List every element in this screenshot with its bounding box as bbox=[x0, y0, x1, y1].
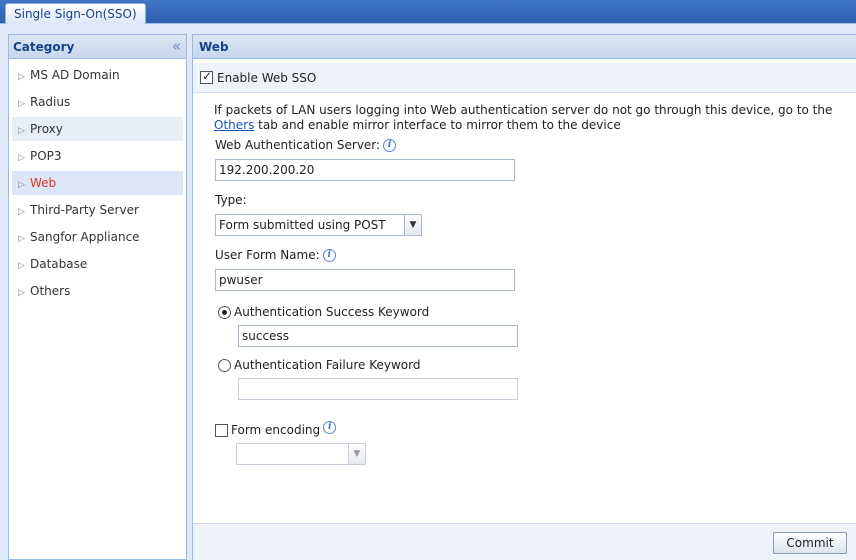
chevron-right-icon: ▷ bbox=[18, 126, 25, 136]
commit-button[interactable]: Commit bbox=[773, 532, 847, 554]
category-item-web[interactable]: ▷ Web bbox=[12, 171, 183, 195]
enable-web-sso-checkbox[interactable] bbox=[200, 69, 213, 84]
web-panel-header: Web bbox=[193, 35, 856, 59]
failure-keyword-radio[interactable] bbox=[218, 359, 231, 372]
category-item-third-party-server[interactable]: ▷ Third-Party Server bbox=[12, 198, 183, 222]
success-keyword-label[interactable]: Authentication Success Keyword bbox=[234, 305, 429, 319]
chevron-right-icon: ▷ bbox=[18, 234, 25, 244]
info-icon[interactable]: i bbox=[323, 421, 337, 434]
user-form-name-label: User Form Name: i bbox=[215, 248, 336, 262]
enable-web-sso-row: Enable Web SSO bbox=[193, 63, 856, 93]
category-item-others[interactable]: ▷ Others bbox=[12, 279, 183, 303]
type-select[interactable]: Form submitted using POST ▼ bbox=[215, 214, 422, 236]
category-item-radius[interactable]: ▷ Radius bbox=[12, 90, 183, 114]
type-label: Type: bbox=[215, 193, 247, 207]
category-item-pop3[interactable]: ▷ POP3 bbox=[12, 144, 183, 168]
form-encoding-select[interactable]: ▼ bbox=[236, 443, 366, 465]
mirror-description: If packets of LAN users logging into Web… bbox=[214, 103, 833, 132]
failure-keyword-input[interactable] bbox=[238, 378, 518, 400]
info-icon[interactable]: i bbox=[322, 249, 336, 262]
chevron-down-icon[interactable]: ▼ bbox=[404, 215, 421, 235]
info-icon[interactable]: i bbox=[383, 139, 397, 152]
failure-keyword-label[interactable]: Authentication Failure Keyword bbox=[234, 358, 420, 372]
category-item-database[interactable]: ▷ Database bbox=[12, 252, 183, 276]
success-keyword-radio[interactable] bbox=[218, 306, 231, 319]
tab-single-sign-on[interactable]: Single Sign-On(SSO) bbox=[5, 3, 146, 24]
top-tab-bar: Single Sign-On(SSO) bbox=[0, 0, 856, 24]
type-select-value: Form submitted using POST bbox=[219, 218, 386, 232]
user-form-name-input[interactable]: pwuser bbox=[215, 269, 515, 291]
chevron-right-icon: ▷ bbox=[18, 72, 25, 82]
chevron-down-icon[interactable]: ▼ bbox=[348, 444, 365, 464]
category-list: ▷ MS AD Domain ▷ Radius ▷ Proxy ▷ POP3 ▷ Web … bbox=[9, 59, 186, 303]
web-auth-server-label: Web Authentication Server: i bbox=[215, 138, 397, 152]
others-link[interactable]: Others bbox=[214, 118, 254, 132]
enable-web-sso-label[interactable]: Enable Web SSO bbox=[217, 71, 316, 85]
chevron-right-icon: ▷ bbox=[18, 261, 25, 271]
success-keyword-input[interactable]: success bbox=[238, 325, 518, 347]
category-item-proxy[interactable]: ▷ Proxy bbox=[12, 117, 183, 141]
category-item-sangfor-appliance[interactable]: ▷ Sangfor Appliance bbox=[12, 225, 183, 249]
category-panel: Category « ▷ MS AD Domain ▷ Radius ▷ Proxy … bbox=[8, 34, 187, 560]
form-encoding-checkbox[interactable] bbox=[215, 424, 228, 437]
chevron-right-icon: ▷ bbox=[18, 288, 25, 298]
web-settings-panel: Web Enable Web SSO If packets of LAN use… bbox=[192, 34, 856, 560]
form-encoding-label: Form encoding i bbox=[231, 421, 337, 437]
collapse-panel-icon[interactable]: « bbox=[172, 35, 181, 57]
chevron-right-icon: ▷ bbox=[18, 207, 25, 217]
category-item-ms-ad-domain[interactable]: ▷ MS AD Domain bbox=[12, 63, 183, 87]
category-header: Category « bbox=[9, 35, 186, 59]
chevron-right-icon: ▷ bbox=[18, 180, 25, 190]
chevron-right-icon: ▷ bbox=[18, 99, 25, 109]
panel-footer: Commit bbox=[193, 523, 856, 560]
web-auth-server-input[interactable]: 192.200.200.20 bbox=[215, 159, 515, 181]
chevron-right-icon: ▷ bbox=[18, 153, 25, 163]
web-panel-title: Web bbox=[199, 40, 229, 54]
category-title: Category bbox=[13, 40, 75, 54]
